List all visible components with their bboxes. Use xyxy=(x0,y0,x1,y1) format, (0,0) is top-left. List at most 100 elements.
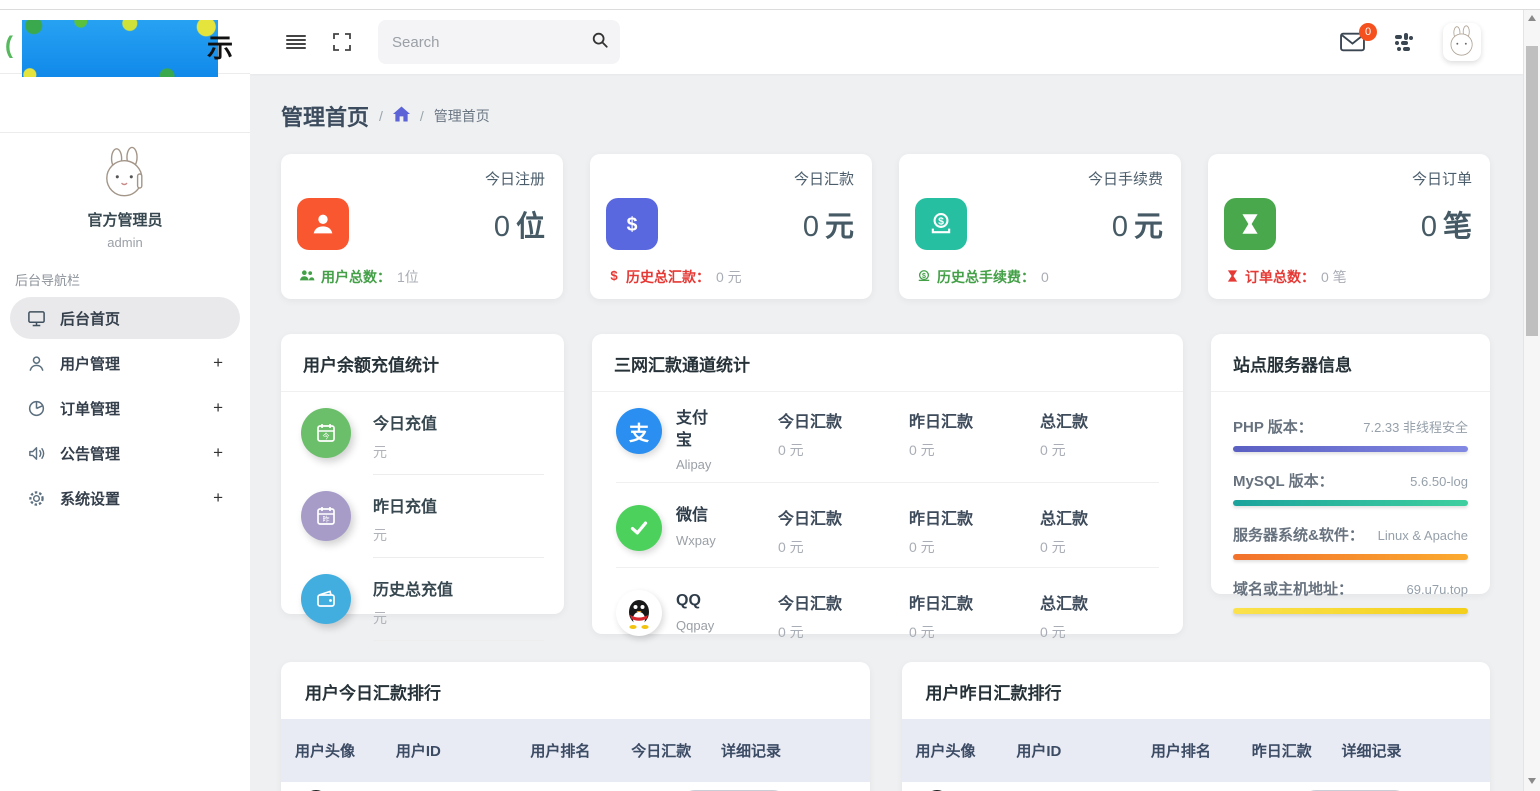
channel-name: 微信 xyxy=(676,505,722,527)
channel-stat-value: 0 元 xyxy=(909,622,1028,642)
sidebar-item-label: 后台首页 xyxy=(60,308,120,329)
recharge-label: 历史总充值 xyxy=(373,576,544,600)
expand-plus-icon[interactable]: + xyxy=(213,398,223,418)
page-title: 管理首页 xyxy=(281,100,369,132)
column-header: 用户头像 xyxy=(295,740,396,761)
channel-stat-value: 0 元 xyxy=(1040,440,1159,460)
sidebar-item-settings[interactable]: 系统设置 + xyxy=(10,477,240,519)
channel-sub: Wxpay xyxy=(676,533,722,548)
admin-role: admin xyxy=(0,235,250,250)
expand-plus-icon[interactable]: + xyxy=(213,443,223,463)
server-info-card: 站点服务器信息 PHP 版本：7.2.33 非线程安全 MySQL 版本：5.6… xyxy=(1211,334,1490,594)
sidebar: ( 示 官方管理员 admin 后台导航栏 后台首页 xyxy=(0,10,250,791)
breadcrumb: 管理首页 / / 管理首页 xyxy=(281,100,1490,132)
channel-stat-label: 昨日汇款 xyxy=(909,505,1028,529)
channel-stat-label: 昨日汇款 xyxy=(909,590,1028,614)
sidebar-item-orders[interactable]: 订单管理 + xyxy=(10,387,240,429)
people-icon xyxy=(299,269,315,285)
channel-stat-value: 0 元 xyxy=(909,537,1028,557)
table-header-row: 用户头像 用户ID 用户排名 今日汇款 详细记录 xyxy=(281,719,870,782)
coin-deposit-icon: $ xyxy=(915,198,967,250)
stat-title: 今日手续费 xyxy=(917,168,1163,189)
sidebar-item-label: 系统设置 xyxy=(60,488,120,509)
avatar[interactable] xyxy=(96,145,154,203)
expand-plus-icon[interactable]: + xyxy=(213,488,223,508)
stat-footer-value: 0 xyxy=(1041,269,1049,285)
svg-text:$: $ xyxy=(627,214,638,236)
server-label: PHP 版本： xyxy=(1233,416,1313,437)
search-input[interactable] xyxy=(392,34,591,51)
sidebar-item-dashboard[interactable]: 后台首页 xyxy=(10,297,240,339)
home-icon[interactable] xyxy=(393,106,410,127)
logo-fragment: ( xyxy=(5,32,13,60)
card-title: 三网汇款通道统计 xyxy=(592,334,1183,392)
ranking-row: 用户今日汇款排行 用户头像 用户ID 用户排名 今日汇款 详细记录 用户昨日汇款… xyxy=(281,662,1490,791)
vertical-scrollbar[interactable] xyxy=(1523,10,1540,791)
hamburger-menu-icon[interactable] xyxy=(286,35,306,50)
channel-stat-label: 总汇款 xyxy=(1040,505,1159,529)
sidebar-item-announcements[interactable]: 公告管理 + xyxy=(10,432,240,474)
stat-footer-value: 0 元 xyxy=(716,267,742,287)
stat-title: 今日注册 xyxy=(299,168,545,189)
stat-footer-label: 订单总数： xyxy=(1245,267,1315,287)
expand-plus-icon[interactable]: + xyxy=(213,353,223,373)
server-label: 服务器系统&软件： xyxy=(1233,524,1364,545)
scrollbar-thumb[interactable] xyxy=(1526,46,1538,336)
server-value: 5.6.50-log xyxy=(1410,474,1468,489)
nav-section-label: 后台导航栏 xyxy=(15,270,250,289)
svg-text:今: 今 xyxy=(323,432,330,441)
stat-title: 今日订单 xyxy=(1226,168,1472,189)
column-header: 昨日汇款 xyxy=(1252,740,1342,761)
topbar-actions: 0 xyxy=(1340,23,1481,61)
column-header: 用户ID xyxy=(396,740,531,761)
stat-footer: $ 历史总汇款： 0 元 xyxy=(608,267,742,287)
avatar[interactable] xyxy=(1443,23,1481,61)
yesterday-ranking-table: 用户昨日汇款排行 用户头像 用户ID 用户排名 昨日汇款 详细记录 xyxy=(902,662,1491,791)
scroll-up-arrow-icon[interactable] xyxy=(1524,10,1540,26)
search-icon[interactable] xyxy=(591,31,609,54)
speaker-icon xyxy=(27,444,46,463)
hourglass-icon xyxy=(1226,269,1239,286)
logo-banner-image xyxy=(22,20,218,77)
sidebar-item-label: 用户管理 xyxy=(60,353,120,374)
channel-row-qq: QQ Qqpay 今日汇款0 元 昨日汇款0 元 总汇款0 元 xyxy=(592,574,1183,658)
server-row-php: PHP 版本：7.2.33 非线程安全 xyxy=(1233,416,1468,452)
channel-stat-value: 0 元 xyxy=(1040,537,1159,557)
breadcrumb-separator: / xyxy=(379,108,383,124)
user-icon xyxy=(297,198,349,250)
column-header: 详细记录 xyxy=(1341,740,1476,761)
channel-stat-value: 0 元 xyxy=(778,440,897,460)
dollar-icon: $ xyxy=(606,198,658,250)
card-title: 用户昨日汇款排行 xyxy=(902,662,1491,719)
monitor-icon xyxy=(27,309,46,328)
sidebar-item-label: 订单管理 xyxy=(60,398,120,419)
hourglass-icon xyxy=(1224,198,1276,250)
card-title: 用户余额充值统计 xyxy=(281,334,564,392)
fullscreen-icon[interactable] xyxy=(332,32,352,52)
channel-stat-label: 今日汇款 xyxy=(778,590,897,614)
admin-name: 官方管理员 xyxy=(0,209,250,230)
server-row-domain: 域名或主机地址：69.u7u.top xyxy=(1233,578,1468,614)
list-item: 今 今日充值 元 xyxy=(281,392,564,475)
channel-name: QQ xyxy=(676,590,722,612)
server-row-os: 服务器系统&软件：Linux & Apache xyxy=(1233,524,1468,560)
qq-icon xyxy=(616,590,662,636)
breadcrumb-separator: / xyxy=(420,108,424,124)
rabbit-avatar-icon xyxy=(1445,25,1479,59)
progress-bar xyxy=(1233,500,1468,506)
mail-button[interactable]: 0 xyxy=(1340,32,1365,52)
column-header: 详细记录 xyxy=(721,740,856,761)
server-value: 69.u7u.top xyxy=(1407,582,1468,597)
apps-grid-button[interactable] xyxy=(1393,31,1415,53)
table-row xyxy=(281,782,870,791)
channel-row-alipay: 支 支付宝 Alipay 今日汇款0 元 昨日汇款0 元 总汇款0 元 xyxy=(592,392,1183,489)
scroll-down-arrow-icon[interactable] xyxy=(1524,773,1540,789)
channel-stat-value: 0 元 xyxy=(778,537,897,557)
sidebar-item-users[interactable]: 用户管理 + xyxy=(10,342,240,384)
pie-chart-icon xyxy=(27,399,46,418)
stat-card-orders: 今日订单 0笔 订单总数： 0 笔 xyxy=(1208,154,1490,299)
wechat-icon xyxy=(616,505,662,551)
column-header: 用户头像 xyxy=(916,740,1017,761)
column-header: 用户排名 xyxy=(1151,740,1252,761)
recharge-value: 元 xyxy=(373,525,544,545)
